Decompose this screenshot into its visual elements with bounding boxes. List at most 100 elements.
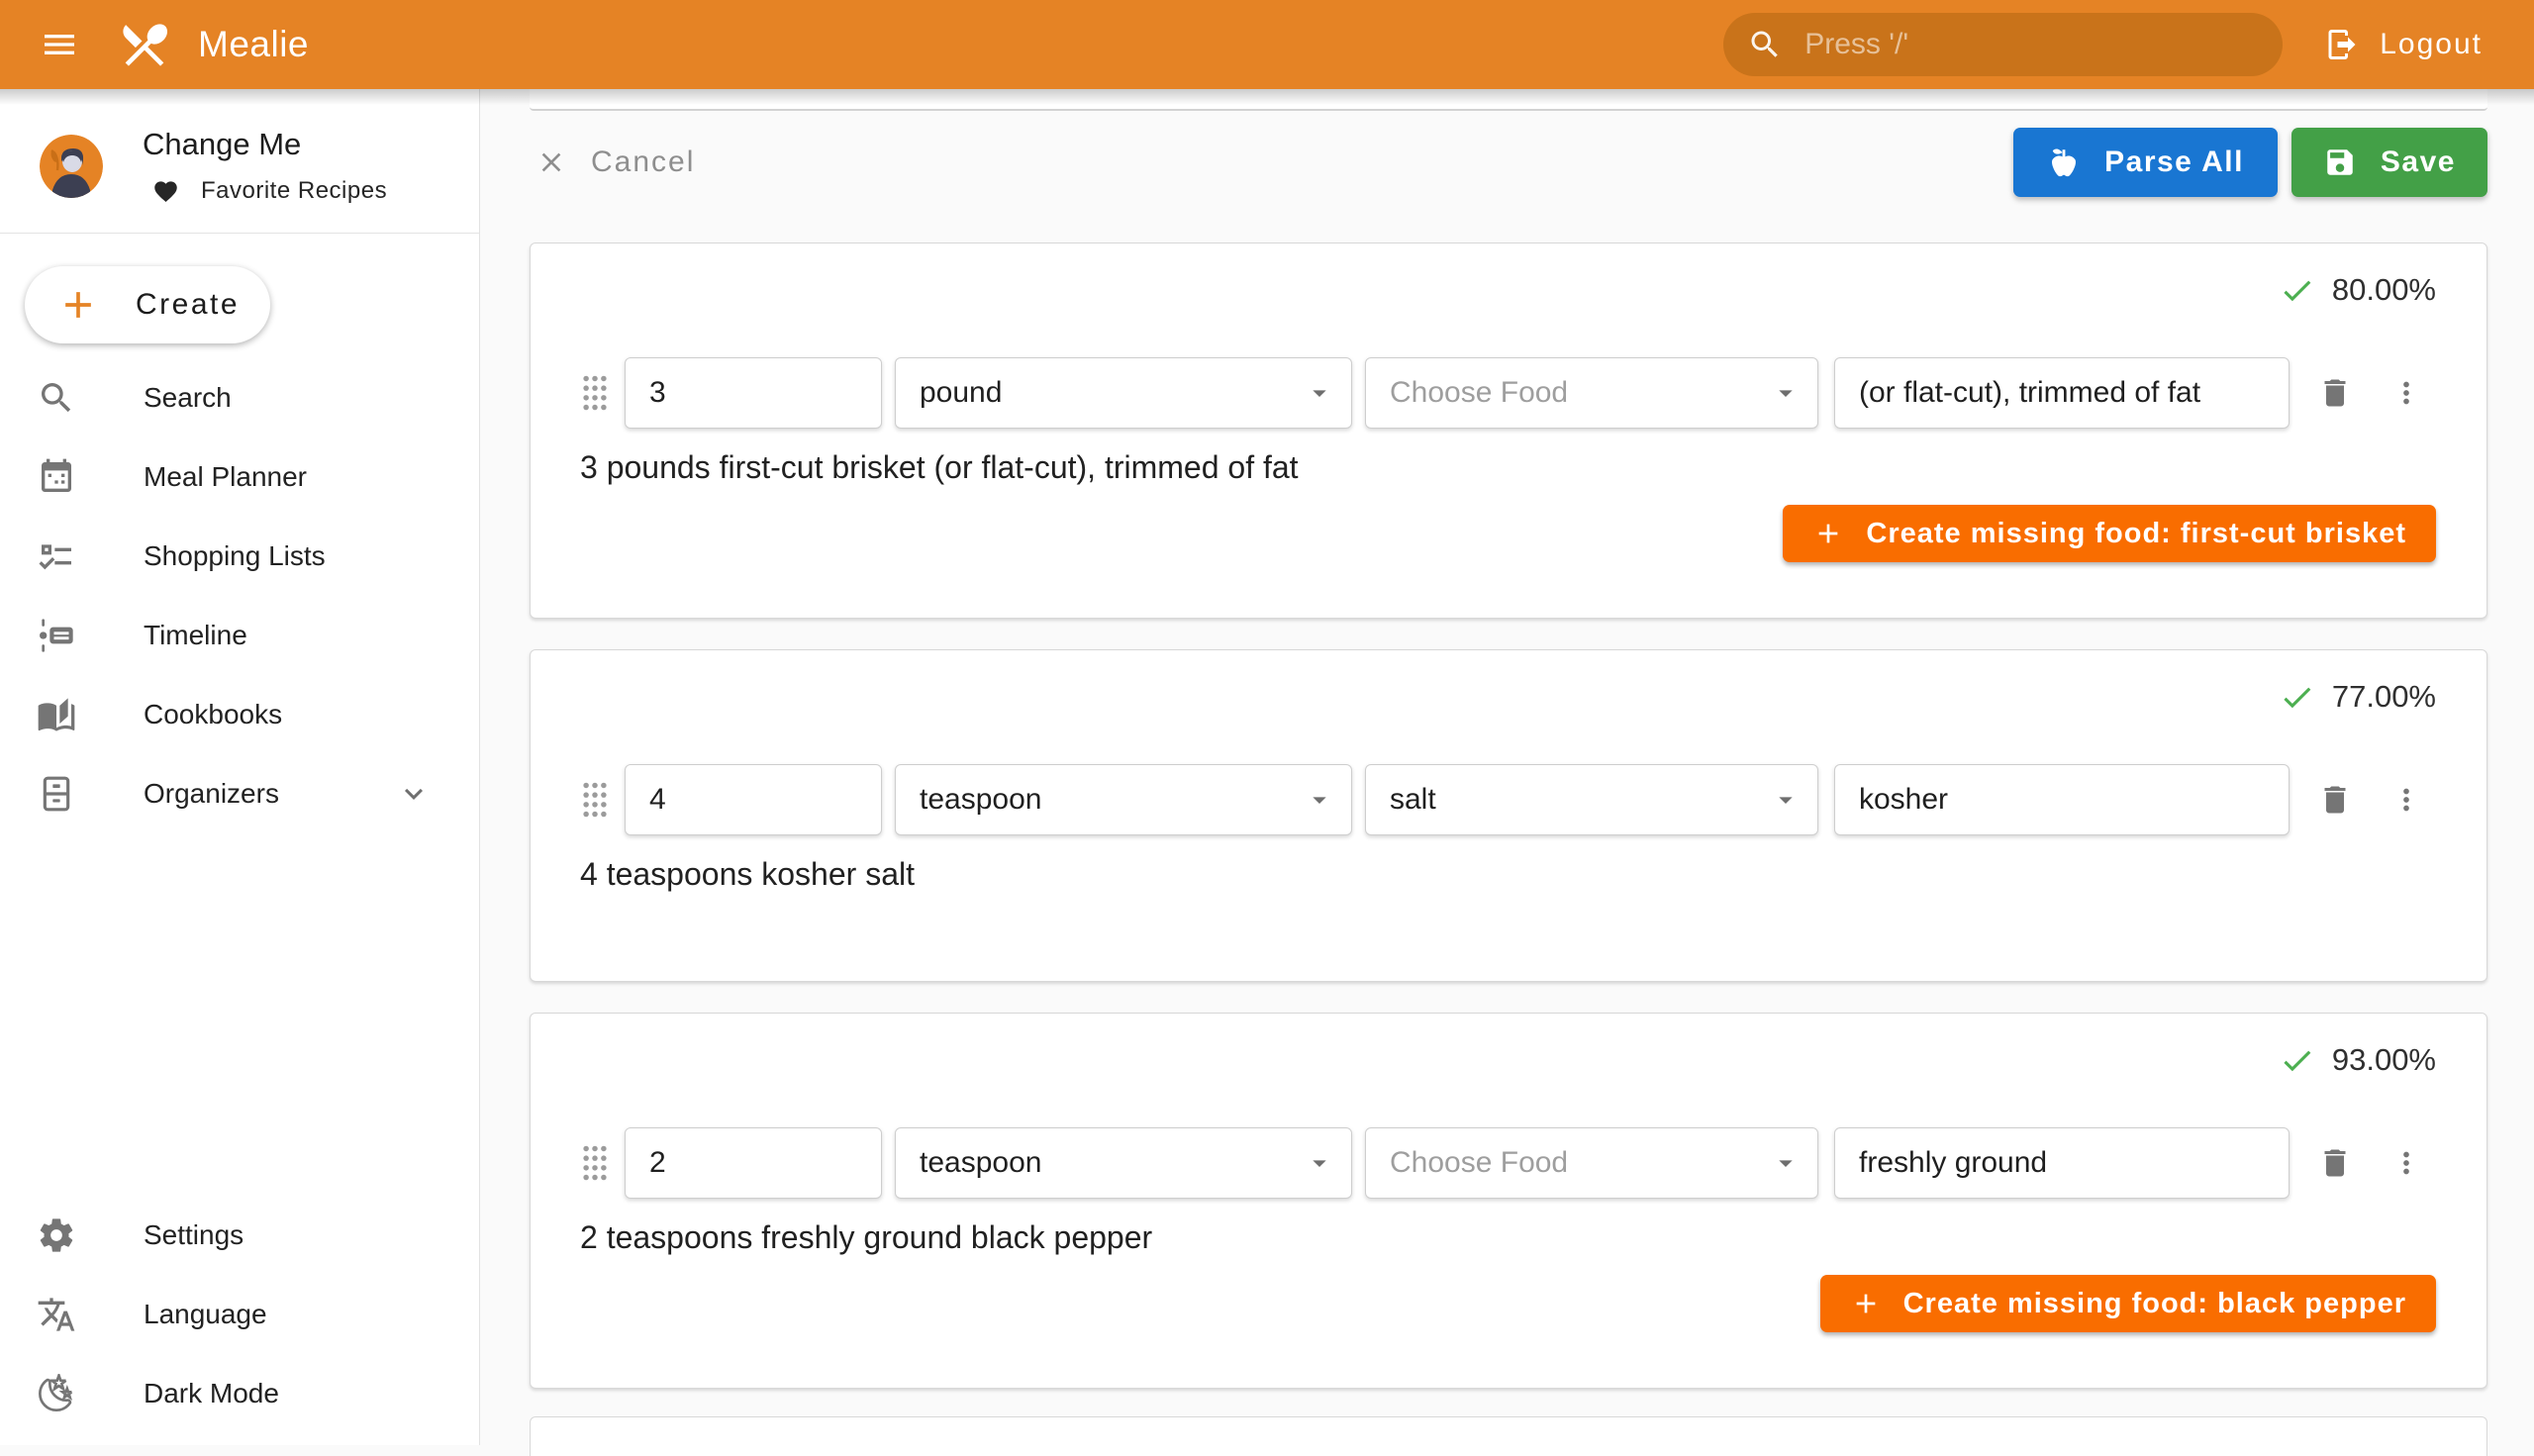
list-checks-icon [37, 536, 76, 576]
drag-handle-icon[interactable] [580, 372, 610, 414]
food-select[interactable]: salt [1365, 764, 1818, 835]
unit-select[interactable]: teaspoon [895, 1127, 1352, 1199]
sidebar-item-settings[interactable]: Settings [0, 1196, 479, 1275]
plus-icon [1812, 518, 1844, 549]
book-open-icon [37, 695, 76, 734]
magnify-icon [37, 378, 76, 418]
next-card-edge [530, 1416, 2487, 1456]
ingredient-card: 80.00% pound Choose Food [530, 243, 2487, 619]
list-checks-icon [37, 536, 76, 576]
translate-icon [37, 1295, 76, 1334]
logout-icon [2324, 27, 2360, 62]
app-title: Mealie [198, 24, 309, 65]
check-icon [2279, 679, 2315, 716]
kebab-menu-icon [2389, 376, 2423, 410]
ingredient-parser-view: Cancel Parse All Save 80.00% [480, 89, 2534, 1445]
note-input[interactable] [1834, 764, 2290, 835]
confidence-row: 93.00% [580, 1039, 2436, 1081]
note-input[interactable] [1834, 1127, 2290, 1199]
create-missing-food-button[interactable]: Create missing food: black pepper [1820, 1275, 2436, 1332]
previous-card-edge [530, 89, 2487, 111]
favorite-recipes-link[interactable]: Favorite Recipes [143, 177, 387, 205]
save-icon [2323, 146, 2357, 179]
confidence-value: 80.00% [2332, 272, 2436, 308]
delete-ingredient-button[interactable] [2313, 1139, 2357, 1187]
food-select[interactable]: Choose Food [1365, 357, 1818, 429]
sidebar: Change Me Favorite Recipes Create Search… [0, 89, 480, 1445]
delete-ingredient-button[interactable] [2313, 776, 2357, 824]
user-avatar [40, 135, 103, 198]
create-button[interactable]: Create [25, 266, 270, 343]
original-ingredient-text: 3 pounds first-cut brisket (or flat-cut)… [580, 449, 2436, 489]
cog-icon [37, 1215, 76, 1255]
app-bar: Mealie Logout [0, 0, 2534, 89]
unit-select[interactable]: pound [895, 357, 1352, 429]
drag-handle-icon[interactable] [580, 779, 610, 821]
dropdown-caret-icon [1770, 1147, 1802, 1179]
kebab-menu-icon [2389, 783, 2423, 817]
plus-icon [1850, 1288, 1882, 1319]
confidence-row: 77.00% [580, 676, 2436, 718]
more-options-button[interactable] [2385, 776, 2428, 824]
unit-select[interactable]: teaspoon [895, 764, 1352, 835]
confidence-value: 93.00% [2332, 1042, 2436, 1078]
search-input[interactable] [1803, 27, 2259, 62]
quantity-input[interactable] [625, 1127, 882, 1199]
apple-icon [2047, 146, 2081, 179]
sidebar-item-timeline[interactable]: Timeline [0, 596, 479, 675]
more-options-button[interactable] [2385, 1139, 2428, 1187]
trash-icon [2317, 375, 2353, 411]
sidebar-bottom-nav: Settings Language Dark Mode [0, 1196, 479, 1433]
parser-toolbar: Cancel Parse All Save [530, 128, 2487, 197]
ingredient-fields-row: pound Choose Food [580, 356, 2436, 430]
sidebar-item-organizers[interactable]: Organizers [0, 754, 479, 833]
timeline-icon [37, 616, 76, 655]
sidebar-nav: Search Meal Planner Shopping Lists Timel… [0, 358, 479, 833]
plus-icon [56, 283, 100, 327]
dropdown-caret-icon [1304, 377, 1335, 409]
menu-icon[interactable] [40, 23, 83, 66]
sidebar-item-language[interactable]: Language [0, 1275, 479, 1354]
logout-button[interactable]: Logout [2322, 21, 2485, 68]
moon-icon [37, 1374, 76, 1413]
sidebar-item-dark-mode[interactable]: Dark Mode [0, 1354, 479, 1433]
dropdown-caret-icon [1304, 784, 1335, 816]
save-button[interactable]: Save [2291, 128, 2487, 197]
magnify-icon [37, 378, 76, 418]
more-options-button[interactable] [2385, 369, 2428, 417]
food-select[interactable]: Choose Food [1365, 1127, 1818, 1199]
create-missing-food-button[interactable]: Create missing food: first-cut brisket [1783, 505, 2436, 562]
quantity-input[interactable] [625, 357, 882, 429]
quantity-input[interactable] [625, 764, 882, 835]
drag-handle-icon[interactable] [580, 1142, 610, 1184]
user-name: Change Me [143, 127, 387, 162]
note-input[interactable] [1834, 357, 2290, 429]
sidebar-divider [0, 233, 479, 234]
sidebar-item-shopping-lists[interactable]: Shopping Lists [0, 517, 479, 596]
delete-ingredient-button[interactable] [2313, 369, 2357, 417]
close-icon [536, 146, 567, 178]
cancel-button[interactable]: Cancel [530, 146, 701, 179]
confidence-row: 80.00% [580, 269, 2436, 311]
book-open-icon [37, 695, 76, 734]
cabinet-icon [37, 774, 76, 814]
sidebar-item-cookbooks[interactable]: Cookbooks [0, 675, 479, 754]
sidebar-item-search[interactable]: Search [0, 358, 479, 437]
ingredient-fields-row: teaspoon Choose Food [580, 1126, 2436, 1200]
dropdown-caret-icon [1770, 784, 1802, 816]
ingredient-fields-row: teaspoon salt [580, 763, 2436, 836]
cog-icon [37, 1215, 76, 1255]
trash-icon [2317, 1145, 2353, 1181]
profile-section[interactable]: Change Me Favorite Recipes [0, 89, 479, 233]
timeline-icon [37, 616, 76, 655]
chevron-down-icon [396, 776, 432, 812]
search-icon [1747, 27, 1783, 62]
cabinet-icon [37, 774, 76, 814]
check-icon [2279, 1042, 2315, 1079]
dropdown-caret-icon [1770, 377, 1802, 409]
check-icon [2279, 272, 2315, 309]
global-search[interactable] [1723, 13, 2283, 76]
calendar-icon [37, 457, 76, 497]
sidebar-item-meal-planner[interactable]: Meal Planner [0, 437, 479, 517]
parse-all-button[interactable]: Parse All [2013, 128, 2278, 197]
